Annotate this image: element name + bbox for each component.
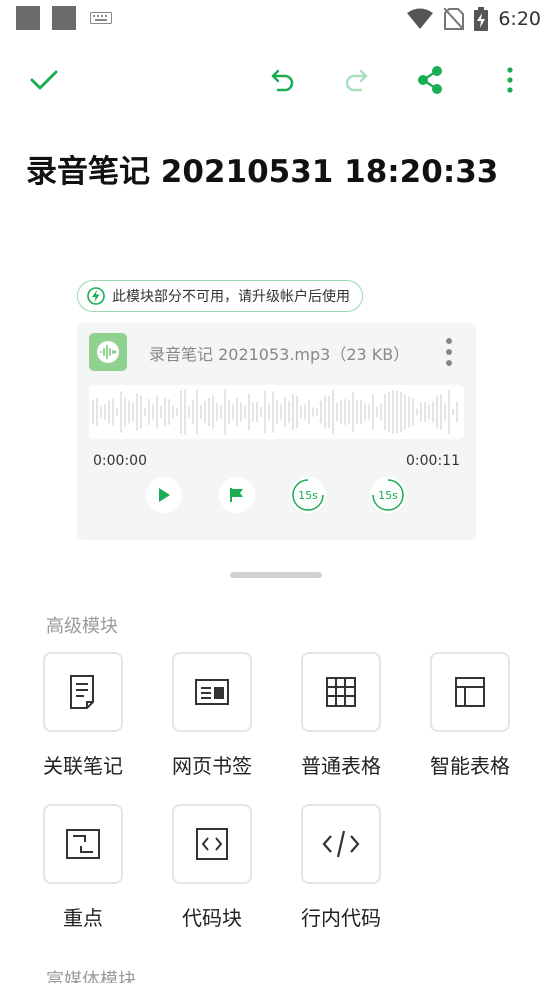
share-button[interactable] bbox=[412, 62, 448, 98]
module-web-bookmark[interactable] bbox=[172, 652, 252, 732]
module-linked-note[interactable] bbox=[43, 652, 123, 732]
inline-code-icon bbox=[322, 830, 360, 858]
audio-file-name: 录音笔记 2021053.mp3（23 KB） bbox=[149, 345, 410, 364]
play-icon bbox=[159, 488, 170, 502]
code-block-icon bbox=[196, 828, 228, 860]
redo-button[interactable] bbox=[338, 62, 374, 98]
smart-table-icon bbox=[455, 677, 485, 707]
lightning-icon bbox=[87, 287, 105, 305]
module-label: 普通表格 bbox=[301, 754, 381, 778]
drag-handle[interactable] bbox=[230, 572, 322, 578]
skip-back-button[interactable]: 15s bbox=[290, 477, 326, 513]
upgrade-notice[interactable]: 此模块部分不可用，请升级帐户后使用 bbox=[77, 280, 363, 312]
highlight-icon bbox=[66, 829, 100, 859]
share-icon bbox=[418, 66, 442, 94]
notification-icon bbox=[16, 6, 40, 30]
keyboard-icon bbox=[90, 12, 112, 24]
module-smart-table[interactable] bbox=[430, 652, 510, 732]
skip-back-label: 15s bbox=[298, 489, 318, 502]
no-sim-icon bbox=[444, 8, 465, 30]
audio-waveform[interactable] bbox=[89, 385, 464, 439]
module-label: 网页书签 bbox=[172, 754, 252, 778]
notification-icon bbox=[52, 6, 76, 30]
linked-note-icon bbox=[70, 675, 94, 709]
more-vertical-icon[interactable] bbox=[444, 337, 454, 367]
more-vertical-icon bbox=[507, 67, 513, 93]
module-highlight[interactable] bbox=[43, 804, 123, 884]
status-bar: 6:20 bbox=[0, 0, 553, 38]
module-label: 智能表格 bbox=[430, 754, 510, 778]
web-bookmark-icon bbox=[195, 679, 229, 705]
more-options-button[interactable] bbox=[492, 62, 528, 98]
play-button[interactable] bbox=[146, 477, 182, 513]
module-label: 关联笔记 bbox=[43, 754, 123, 778]
redo-icon bbox=[345, 69, 368, 92]
wifi-icon bbox=[407, 8, 434, 29]
checkmark-icon bbox=[30, 70, 58, 90]
forward-15-icon: 15s bbox=[372, 479, 404, 511]
upgrade-notice-text: 此模块部分不可用，请升级帐户后使用 bbox=[112, 289, 350, 305]
rewind-15-icon: 15s bbox=[292, 479, 324, 511]
skip-forward-label: 15s bbox=[378, 489, 398, 502]
waveform-icon bbox=[97, 341, 119, 363]
waveform-bars bbox=[92, 389, 458, 435]
audio-player-card: 录音笔记 2021053.mp3（23 KB） 0:00:00 0:00:11 … bbox=[77, 323, 476, 540]
undo-button[interactable] bbox=[265, 62, 301, 98]
module-inline-code[interactable] bbox=[301, 804, 381, 884]
clock: 6:20 bbox=[498, 8, 541, 30]
table-icon bbox=[326, 677, 356, 707]
module-code-block[interactable] bbox=[172, 804, 252, 884]
battery-charging-icon bbox=[474, 7, 489, 31]
section-title-advanced: 高级模块 bbox=[46, 616, 118, 637]
module-label: 重点 bbox=[63, 906, 103, 930]
flag-icon bbox=[230, 488, 243, 502]
current-time: 0:00:00 bbox=[93, 453, 147, 469]
undo-icon bbox=[271, 69, 294, 92]
audio-file-icon bbox=[89, 333, 127, 371]
skip-forward-button[interactable]: 15s bbox=[370, 477, 406, 513]
note-title[interactable]: 录音笔记 20210531 18:20:33 bbox=[26, 146, 498, 191]
editor-toolbar bbox=[0, 56, 553, 104]
module-label: 行内代码 bbox=[301, 906, 381, 930]
module-label: 代码块 bbox=[182, 906, 242, 930]
section-title-rich-media: 富媒体模块 bbox=[46, 970, 136, 983]
done-button[interactable] bbox=[26, 62, 62, 98]
duration: 0:00:11 bbox=[406, 453, 460, 469]
bookmark-flag-button[interactable] bbox=[219, 477, 255, 513]
module-table[interactable] bbox=[301, 652, 381, 732]
